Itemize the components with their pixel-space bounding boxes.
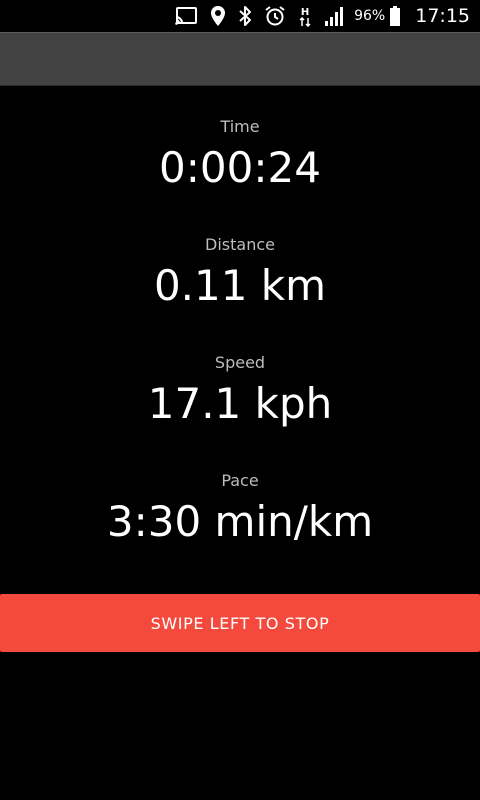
bluetooth-icon [238, 5, 252, 27]
status-bar: H 96% 17:15 [0, 0, 480, 32]
distance-value: 0.11 km [153, 261, 327, 310]
cast-icon [174, 5, 198, 27]
distance-label: Distance [205, 235, 275, 254]
swipe-to-stop-button[interactable]: SWIPE LEFT TO STOP [0, 594, 480, 652]
status-clock: 17:15 [415, 5, 470, 27]
screen: H 96% 17:15 Time 0:00:24 Distance 0.11 k… [0, 0, 480, 800]
metric-distance: Distance 0.11 km [0, 235, 480, 311]
metric-pace: Pace 3:30 min/km [0, 471, 480, 547]
pace-value: 3:30 min/km [106, 497, 374, 546]
metric-speed: Speed 17.1 kph [0, 353, 480, 429]
speed-value: 17.1 kph [147, 379, 333, 428]
time-value: 0:00:24 [159, 143, 321, 192]
time-label: Time [220, 117, 260, 136]
metric-time: Time 0:00:24 [0, 117, 480, 193]
hplus-network-icon: H [298, 5, 312, 27]
location-pin-icon [210, 5, 226, 27]
speed-label: Speed [214, 353, 266, 372]
alarm-icon [264, 5, 286, 27]
app-bar [0, 32, 480, 86]
network-type-label: H [301, 7, 309, 18]
signal-icon [324, 5, 344, 27]
pace-label: Pace [221, 471, 259, 490]
status-icons: H 96% 17:15 [162, 0, 470, 32]
battery-percent: 96% [354, 8, 386, 24]
battery-icon [389, 5, 401, 27]
